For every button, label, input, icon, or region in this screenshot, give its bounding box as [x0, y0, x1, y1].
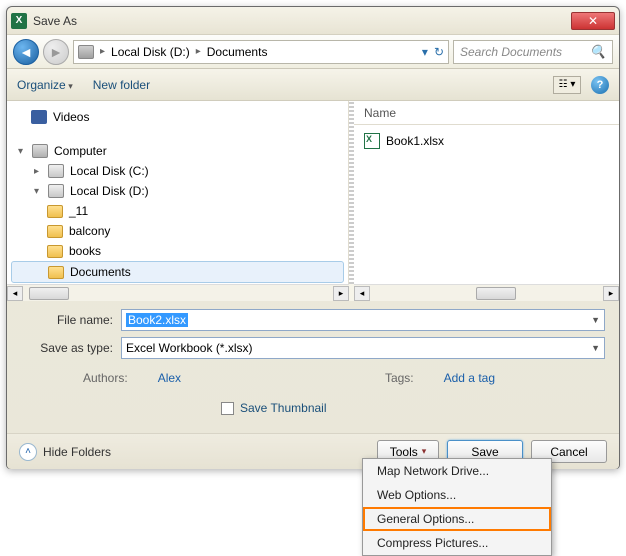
file-scrollbar[interactable]: ◂▸ [354, 284, 619, 301]
titlebar: X Save As ✕ [7, 7, 619, 35]
expand-icon[interactable]: ▾ [31, 186, 42, 197]
body: Videos ▾ Computer ▸ Local Disk (C:) ▾ Lo… [7, 101, 619, 284]
new-folder-button[interactable]: New folder [93, 78, 150, 92]
tree-item-disk-c[interactable]: ▸ Local Disk (C:) [11, 161, 344, 181]
menu-item-compress-pictures[interactable]: Compress Pictures... [363, 531, 551, 555]
folder-icon [48, 266, 64, 279]
disk-icon [48, 164, 64, 178]
computer-icon [32, 144, 48, 158]
chevron-up-icon: ˄ [19, 443, 37, 461]
search-placeholder: Search Documents [460, 45, 562, 59]
folder-icon [47, 205, 63, 218]
forward-button[interactable]: ► [43, 39, 69, 65]
organize-button[interactable]: Organize [17, 78, 73, 92]
file-list: Book1.xlsx [354, 125, 619, 284]
toolbar: Organize New folder ☷ ▾ ? [7, 69, 619, 101]
chevron-down-icon[interactable]: ▼ [591, 315, 600, 325]
form: File name: Book2.xlsx ▼ Save as type: Ex… [7, 301, 619, 433]
close-button[interactable]: ✕ [571, 12, 615, 30]
authors-label: Authors: [83, 371, 128, 385]
save-as-dialog: X Save As ✕ ◄ ► ▸ Local Disk (D:) ▸ Docu… [6, 6, 620, 469]
expand-icon[interactable]: ▸ [31, 166, 42, 177]
view-mode-button[interactable]: ☷ ▾ [553, 76, 581, 94]
search-icon: 🔍 [590, 44, 606, 60]
column-header-name[interactable]: Name [354, 101, 619, 125]
drive-icon [78, 45, 94, 59]
tree-item-folder[interactable]: books [11, 241, 344, 261]
file-item-book1[interactable]: Book1.xlsx [364, 131, 609, 151]
breadcrumb[interactable]: ▸ Local Disk (D:) ▸ Documents ▾ ↻ [73, 40, 449, 64]
file-list-area: Name Book1.xlsx [354, 101, 619, 284]
tree-item-folder[interactable]: _11 [11, 201, 344, 221]
folder-icon [47, 225, 63, 238]
file-name-input[interactable]: Book2.xlsx ▼ [121, 309, 605, 331]
tree-item-folder[interactable]: balcony [11, 221, 344, 241]
file-name-label: File name: [21, 313, 121, 327]
disk-icon [48, 184, 64, 198]
excel-icon: X [11, 13, 27, 29]
tags-value[interactable]: Add a tag [444, 371, 495, 385]
back-button[interactable]: ◄ [13, 39, 39, 65]
save-type-select[interactable]: Excel Workbook (*.xlsx) ▼ [121, 337, 605, 359]
window-title: Save As [33, 14, 77, 28]
chevron-down-icon[interactable]: ▼ [591, 343, 600, 353]
tags-label: Tags: [385, 371, 414, 385]
search-input[interactable]: Search Documents 🔍 [453, 40, 613, 64]
save-type-label: Save as type: [21, 341, 121, 355]
videos-icon [31, 110, 47, 124]
expand-icon[interactable]: ▾ [15, 146, 26, 157]
refresh-icon[interactable]: ↻ [434, 45, 444, 59]
breadcrumb-item[interactable]: Documents [207, 45, 268, 59]
tree-item-documents[interactable]: Documents [11, 261, 344, 283]
xlsx-icon [364, 133, 380, 149]
folder-icon [47, 245, 63, 258]
menu-item-general-options[interactable]: General Options... [363, 507, 551, 531]
tree-item-computer[interactable]: ▾ Computer [11, 141, 344, 161]
breadcrumb-dropdown-icon[interactable]: ▾ [422, 45, 428, 59]
authors-value[interactable]: Alex [158, 371, 181, 385]
tree-scrollbar[interactable]: ◂▸ [7, 284, 349, 301]
folder-tree: Videos ▾ Computer ▸ Local Disk (C:) ▾ Lo… [7, 101, 349, 284]
help-icon[interactable]: ? [591, 76, 609, 94]
hide-folders-button[interactable]: ˄ Hide Folders [19, 443, 111, 461]
tools-dropdown: Map Network Drive... Web Options... Gene… [362, 458, 552, 556]
save-thumbnail-checkbox[interactable] [221, 402, 234, 415]
menu-item-web-options[interactable]: Web Options... [363, 483, 551, 507]
tree-item-videos[interactable]: Videos [11, 107, 344, 127]
menu-item-map-drive[interactable]: Map Network Drive... [363, 459, 551, 483]
address-bar: ◄ ► ▸ Local Disk (D:) ▸ Documents ▾ ↻ Se… [7, 35, 619, 69]
save-thumbnail-label: Save Thumbnail [240, 401, 327, 415]
breadcrumb-item[interactable]: Local Disk (D:) [111, 45, 190, 59]
tree-item-disk-d[interactable]: ▾ Local Disk (D:) [11, 181, 344, 201]
